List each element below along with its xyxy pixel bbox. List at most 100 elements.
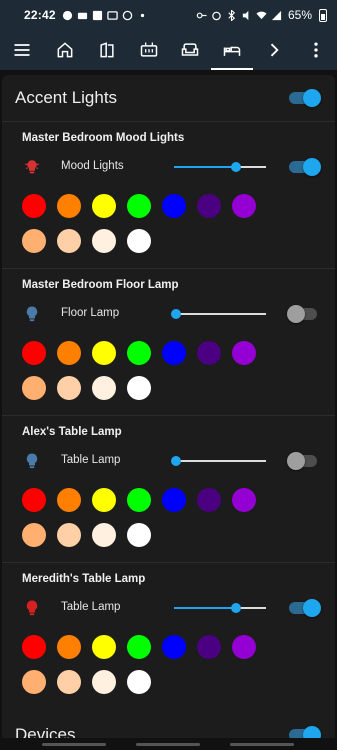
light-toggle[interactable] <box>287 156 321 178</box>
status-bar: 22:42 65% <box>0 0 337 30</box>
color-swatch-button[interactable] <box>92 229 116 253</box>
color-swatch-button[interactable] <box>162 194 186 218</box>
color-swatch-button[interactable] <box>22 341 46 365</box>
color-swatch-button[interactable] <box>232 341 256 365</box>
dashboard-content: Accent Lights Master Bedroom Mood Lights… <box>0 70 337 750</box>
tab-bedroom[interactable] <box>211 30 254 70</box>
bulb-icon[interactable] <box>23 599 41 617</box>
brightness-slider[interactable] <box>171 453 266 469</box>
brightness-slider[interactable] <box>174 600 266 616</box>
battery-icon <box>319 8 327 22</box>
color-swatch-button[interactable] <box>197 488 221 512</box>
color-swatch-button[interactable] <box>197 194 221 218</box>
nav-home[interactable] <box>136 743 200 746</box>
system-icons: 65% <box>196 8 327 22</box>
color-swatch-button[interactable] <box>22 488 46 512</box>
swatch-row <box>22 488 262 512</box>
color-swatch-button[interactable] <box>232 635 256 659</box>
dot-icon <box>137 10 148 21</box>
color-swatch-button[interactable] <box>22 229 46 253</box>
bulb-icon[interactable] <box>23 305 41 323</box>
bluetooth-icon <box>226 9 237 21</box>
card-title: Accent Lights <box>15 88 118 107</box>
color-swatch-button[interactable] <box>22 635 46 659</box>
color-swatch-button[interactable] <box>127 341 151 365</box>
color-swatch-button[interactable] <box>92 635 116 659</box>
nav-recents[interactable] <box>42 743 106 746</box>
swatch-row <box>22 194 262 218</box>
color-swatch-button[interactable] <box>92 670 116 694</box>
light-toggle[interactable] <box>287 450 319 472</box>
bulb-icon[interactable] <box>23 452 41 470</box>
doors-icon <box>100 42 114 58</box>
brightness-slider[interactable] <box>174 159 266 175</box>
color-swatch-button[interactable] <box>22 194 46 218</box>
light-label: Mood Lights <box>61 160 124 172</box>
color-swatch-button[interactable] <box>22 670 46 694</box>
top-toolbar <box>0 30 337 70</box>
color-swatch-button[interactable] <box>127 523 151 547</box>
color-swatch-button[interactable] <box>22 376 46 400</box>
color-swatch-button[interactable] <box>92 341 116 365</box>
color-swatch-button[interactable] <box>127 376 151 400</box>
color-swatch-button[interactable] <box>162 488 186 512</box>
scroll-tabs-button[interactable] <box>253 30 295 70</box>
brightness-slider[interactable] <box>171 306 266 322</box>
slider-thumb[interactable] <box>171 309 181 319</box>
color-swatches <box>22 341 262 411</box>
color-swatch-button[interactable] <box>92 488 116 512</box>
color-swatch-button[interactable] <box>127 229 151 253</box>
slider-thumb[interactable] <box>171 456 181 466</box>
color-swatch-button[interactable] <box>57 670 81 694</box>
tab-sofa[interactable] <box>170 30 212 70</box>
mood-lights-icon[interactable] <box>23 158 41 176</box>
color-swatch-button[interactable] <box>57 341 81 365</box>
light-toggle[interactable] <box>287 303 319 325</box>
color-swatch-button[interactable] <box>162 635 186 659</box>
color-swatch-button[interactable] <box>127 635 151 659</box>
toggle-knob <box>303 89 321 107</box>
color-swatch-button[interactable] <box>127 194 151 218</box>
color-swatch-button[interactable] <box>197 341 221 365</box>
menu-button[interactable] <box>0 30 44 70</box>
tab-home[interactable] <box>44 30 86 70</box>
slider-thumb[interactable] <box>231 603 241 613</box>
color-swatch-button[interactable] <box>57 523 81 547</box>
color-swatch-button[interactable] <box>127 670 151 694</box>
sync-icon <box>122 10 133 21</box>
more-options-button[interactable] <box>295 30 337 70</box>
color-swatch-button[interactable] <box>92 194 116 218</box>
light-row: Mood Lights <box>2 152 335 182</box>
toggle-knob <box>287 452 305 470</box>
slider-rail <box>174 313 266 315</box>
color-swatch-button[interactable] <box>197 635 221 659</box>
color-swatch-button[interactable] <box>232 194 256 218</box>
tab-heater[interactable] <box>128 30 170 70</box>
color-swatches <box>22 635 262 705</box>
light-section: Master Bedroom Mood Lights Mood Lights <box>2 121 335 268</box>
color-swatch-button[interactable] <box>127 488 151 512</box>
color-swatch-button[interactable] <box>57 635 81 659</box>
color-swatch-button[interactable] <box>92 376 116 400</box>
color-swatch-button[interactable] <box>92 523 116 547</box>
toggle-knob <box>287 305 305 323</box>
accent-lights-toggle[interactable] <box>287 87 321 109</box>
color-swatch-button[interactable] <box>57 376 81 400</box>
color-swatch-button[interactable] <box>162 341 186 365</box>
color-swatches <box>22 488 262 558</box>
light-toggle[interactable] <box>287 597 321 619</box>
color-swatch-button[interactable] <box>232 488 256 512</box>
swatch-row <box>22 635 262 659</box>
color-swatch-button[interactable] <box>57 194 81 218</box>
color-swatch-button[interactable] <box>57 488 81 512</box>
linkedin-icon <box>92 10 103 21</box>
color-swatch-button[interactable] <box>22 523 46 547</box>
light-label: Floor Lamp <box>61 307 120 319</box>
more-vert-icon <box>314 42 318 58</box>
battery-percent: 65% <box>287 8 312 22</box>
toggle-knob <box>303 158 321 176</box>
slider-thumb[interactable] <box>231 162 241 172</box>
tab-doors[interactable] <box>86 30 128 70</box>
nav-back[interactable] <box>230 743 294 746</box>
color-swatch-button[interactable] <box>57 229 81 253</box>
